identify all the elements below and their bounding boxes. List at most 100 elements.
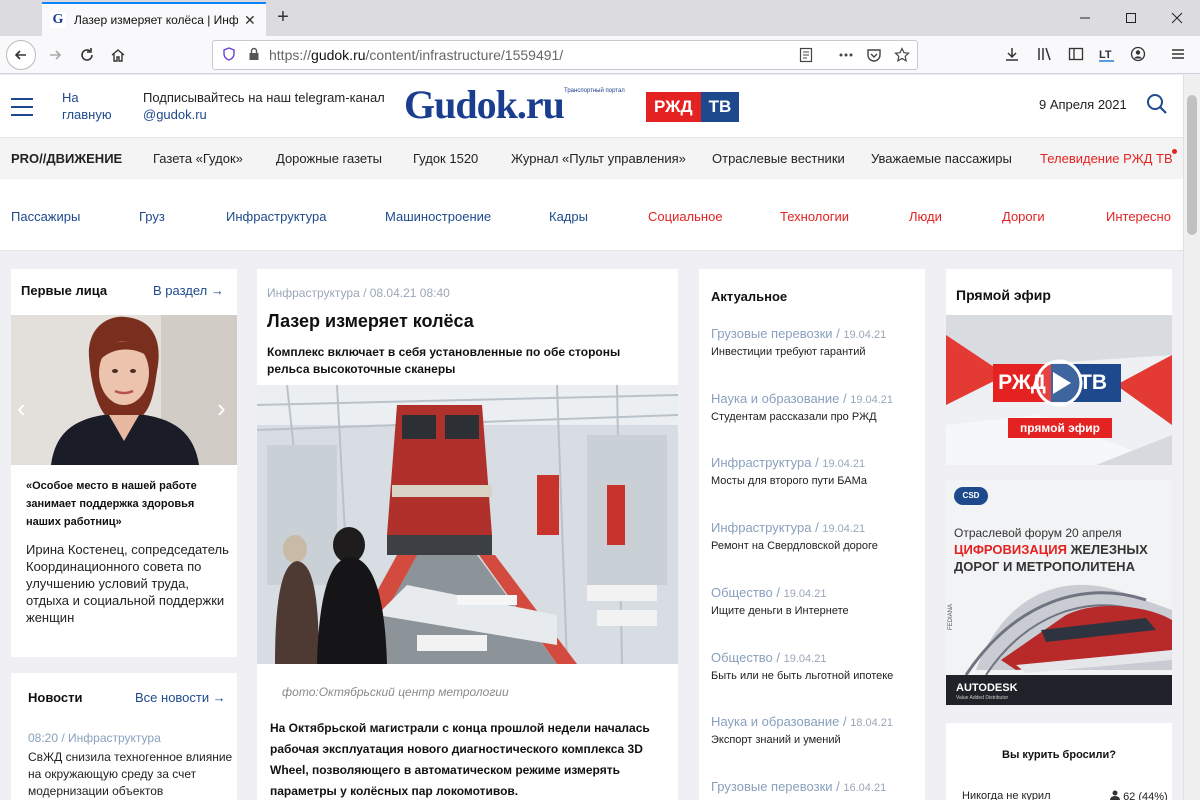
poll-option[interactable]: Никогда не курил	[962, 790, 1051, 800]
page-scrollbar[interactable]	[1183, 75, 1200, 800]
actual-item-title[interactable]: Ищите деньги в Интернете	[711, 605, 921, 617]
news-heading: Новости	[28, 690, 83, 705]
tracking-shield-icon[interactable]	[221, 46, 237, 64]
actual-item-title[interactable]: Быть или не быть льготной ипотеке	[711, 670, 921, 682]
category-cargo[interactable]: Груз	[139, 209, 165, 224]
carousel-prev-icon[interactable]: ‹	[17, 393, 26, 424]
carousel-next-icon[interactable]: ›	[217, 393, 226, 424]
tab-close-icon[interactable]: ✕	[244, 12, 256, 29]
reader-view-icon[interactable]	[797, 47, 815, 65]
search-icon[interactable]	[1146, 93, 1168, 115]
topnav-passengers[interactable]: Уважаемые пассажиры	[871, 151, 1012, 166]
live-badge: прямой эфир	[1019, 421, 1100, 435]
actual-item-date: 16.04.21	[843, 782, 887, 794]
category-technology[interactable]: Технологии	[780, 209, 849, 224]
actual-item-category[interactable]: Общество /	[711, 650, 780, 665]
category-roads[interactable]: Дороги	[1002, 209, 1045, 224]
actual-item[interactable]: Грузовые перевозки / 19.04.21 Инвестиции…	[711, 326, 921, 358]
menu-icon[interactable]	[1168, 46, 1188, 66]
topnav-road-newspapers[interactable]: Дорожные газеты	[276, 151, 382, 166]
top-navigation: PRO//ДВИЖЕНИЕ Газета «Гудок» Дорожные га…	[0, 137, 1183, 179]
topnav-gazeta-gudok[interactable]: Газета «Гудок»	[153, 151, 243, 166]
rzd-tv-logo[interactable]: РЖД ТВ	[646, 92, 740, 122]
category-passengers[interactable]: Пассажиры	[11, 209, 80, 224]
article-meta[interactable]: Инфраструктура / 08.04.21 08:40	[267, 286, 450, 300]
topnav-pult-journal[interactable]: Журнал «Пульт управления»	[511, 151, 686, 166]
topnav-industry-bulletins[interactable]: Отраслевые вестники	[712, 151, 845, 166]
actual-item-category[interactable]: Наука и образование /	[711, 714, 847, 729]
back-icon[interactable]	[6, 40, 36, 70]
actual-item-category[interactable]: Общество /	[711, 585, 780, 600]
topnav-rzd-tv[interactable]: Телевидение РЖД ТВ	[1040, 151, 1173, 166]
library-icon[interactable]	[1035, 46, 1055, 66]
actual-item[interactable]: Инфраструктура / 19.04.21 Ремонт на Свер…	[711, 520, 921, 552]
lock-icon[interactable]	[247, 47, 261, 64]
browser-nav-bar: https://gudok.ru/content/infrastructure/…	[0, 36, 1200, 74]
all-news-link[interactable]: Все новости →	[135, 690, 226, 705]
minimize-icon[interactable]	[1062, 0, 1108, 36]
person-portrait[interactable]: ‹ ›	[11, 315, 237, 465]
account-icon[interactable]	[1128, 46, 1148, 66]
actual-item[interactable]: Общество / 19.04.21 Быть или не быть льг…	[711, 650, 921, 682]
browser-tab[interactable]: G Лазер измеряет колёса | Инфраструктура…	[42, 2, 266, 36]
topnav-pro-dvizhenie[interactable]: PRO//ДВИЖЕНИЕ	[11, 151, 122, 166]
actual-item-category[interactable]: Инфраструктура /	[711, 520, 819, 535]
category-people[interactable]: Люди	[909, 209, 942, 224]
new-tab-icon[interactable]: +	[272, 6, 294, 28]
downloads-icon[interactable]	[1002, 46, 1022, 66]
category-machinery[interactable]: Машиностроение	[385, 209, 491, 224]
forum-ad-banner[interactable]: CSD Отраслевой форум 20 апреля ЦИФРОВИЗА…	[946, 480, 1172, 705]
reload-icon[interactable]	[72, 40, 102, 70]
translate-extension-icon[interactable]: LT	[1097, 46, 1117, 66]
actual-item-title[interactable]: Экспорт знаний и умений	[711, 734, 921, 746]
actual-item[interactable]: Инфраструктура / 19.04.21 Мосты для втор…	[711, 455, 921, 487]
actual-item-category[interactable]: Грузовые перевозки /	[711, 326, 840, 341]
first-persons-section-link[interactable]: В раздел →	[153, 283, 224, 298]
category-infrastructure[interactable]: Инфраструктура	[226, 209, 326, 224]
ad-brand-sub: Value Added Distributor	[956, 695, 1009, 701]
category-social[interactable]: Социальное	[648, 209, 723, 224]
news-item-meta[interactable]: 08:20 / Инфраструктура	[28, 731, 161, 745]
scrollbar-thumb[interactable]	[1187, 95, 1197, 235]
pocket-icon[interactable]	[865, 47, 883, 65]
telegram-promo[interactable]: Подписывайтесь на наш telegram-канал @gu…	[143, 89, 385, 123]
category-personnel[interactable]: Кадры	[549, 209, 588, 224]
telegram-handle[interactable]: @gudok.ru	[143, 106, 385, 123]
home-link[interactable]: На главную	[62, 89, 122, 123]
maximize-icon[interactable]	[1108, 0, 1154, 36]
actual-item-category[interactable]: Грузовые перевозки /	[711, 779, 840, 794]
news-card: Новости Все новости → 08:20 / Инфраструк…	[11, 673, 237, 800]
actual-item-date: 19.04.21	[822, 523, 866, 535]
web-page: На главную Подписывайтесь на наш telegra…	[0, 75, 1183, 800]
actual-item-title[interactable]: Мосты для второго пути БАМа	[711, 475, 921, 487]
actual-item-category[interactable]: Наука и образование /	[711, 391, 847, 406]
svg-text:LT: LT	[1099, 49, 1112, 61]
topnav-gudok-1520[interactable]: Гудок 1520	[413, 151, 478, 166]
logo-subtitle: Транспортный портал	[564, 88, 625, 94]
actual-item[interactable]: Грузовые перевозки / 16.04.21	[711, 779, 921, 799]
bookmark-star-icon[interactable]	[893, 47, 911, 65]
ad-brand: AUTODESK	[956, 682, 1018, 694]
home-icon[interactable]	[103, 40, 133, 70]
news-item-title[interactable]: СвЖД снизила техногенное влияние на окру…	[28, 749, 233, 800]
actual-item[interactable]: Наука и образование / 19.04.21 Студентам…	[711, 391, 921, 423]
window-close-icon[interactable]	[1154, 0, 1200, 36]
actual-item-title[interactable]: Студентам рассказали про РЖД	[711, 411, 921, 423]
sidebar-icon[interactable]	[1066, 46, 1086, 66]
forward-icon[interactable]	[40, 40, 70, 70]
play-icon[interactable]	[1034, 358, 1084, 408]
actual-item-title[interactable]: Инвестиции требуют гарантий	[711, 346, 921, 358]
actual-item-category[interactable]: Инфраструктура /	[711, 455, 819, 470]
live-player[interactable]: РЖД ТВ прямой эфир	[946, 315, 1172, 465]
site-logo[interactable]: Gudok.ru Транспортный портал	[404, 85, 625, 125]
actual-item[interactable]: Наука и образование / 18.04.21 Экспорт з…	[711, 714, 921, 746]
category-interesting[interactable]: Интересно	[1106, 209, 1171, 224]
actual-item[interactable]: Общество / 19.04.21 Ищите деньги в Интер…	[711, 585, 921, 617]
actual-item-date: 19.04.21	[822, 458, 866, 470]
address-bar[interactable]: https://gudok.ru/content/infrastructure/…	[212, 40, 918, 70]
hamburger-menu-icon[interactable]	[11, 98, 33, 116]
ad-line-3: ДОРОГ И МЕТРОПОЛИТЕНА	[954, 559, 1135, 574]
person-quote[interactable]: «Особое место в нашей работе занимает по…	[26, 477, 232, 531]
more-actions-icon[interactable]	[837, 47, 855, 65]
actual-item-title[interactable]: Ремонт на Свердловской дороге	[711, 540, 921, 552]
